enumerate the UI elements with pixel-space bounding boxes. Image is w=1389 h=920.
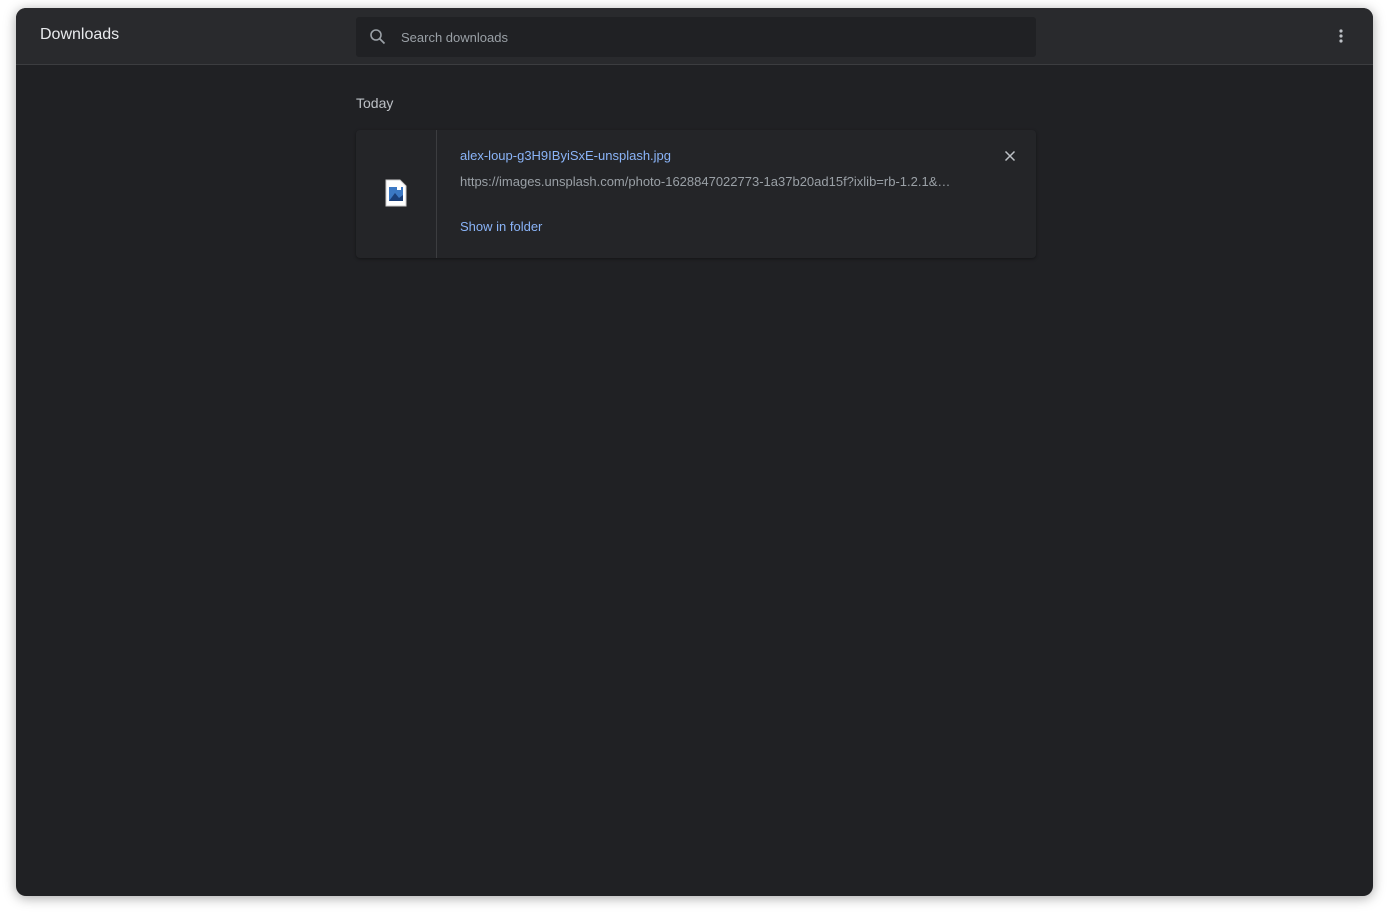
search-box[interactable] — [356, 17, 1036, 57]
downloads-window: Downloads Today alex-loup-g3H9IByiSxE-un… — [16, 8, 1373, 896]
show-in-folder-link[interactable]: Show in folder — [460, 219, 542, 234]
toolbar: Downloads — [16, 8, 1373, 65]
more-vert-icon — [1339, 29, 1343, 43]
download-item: alex-loup-g3H9IByiSxE-unsplash.jpg https… — [356, 130, 1036, 258]
remove-button[interactable] — [1000, 146, 1020, 166]
search-icon — [370, 29, 386, 45]
source-url[interactable]: https://images.unsplash.com/photo-162884… — [460, 174, 950, 189]
page-title: Downloads — [40, 26, 120, 43]
search-input[interactable] — [401, 17, 1001, 57]
file-icon-column — [356, 130, 437, 258]
close-icon — [1004, 150, 1016, 162]
date-heading: Today — [356, 95, 394, 111]
image-file-icon — [385, 179, 407, 207]
file-name-link[interactable]: alex-loup-g3H9IByiSxE-unsplash.jpg — [460, 148, 671, 163]
more-options-button[interactable] — [1331, 26, 1351, 46]
